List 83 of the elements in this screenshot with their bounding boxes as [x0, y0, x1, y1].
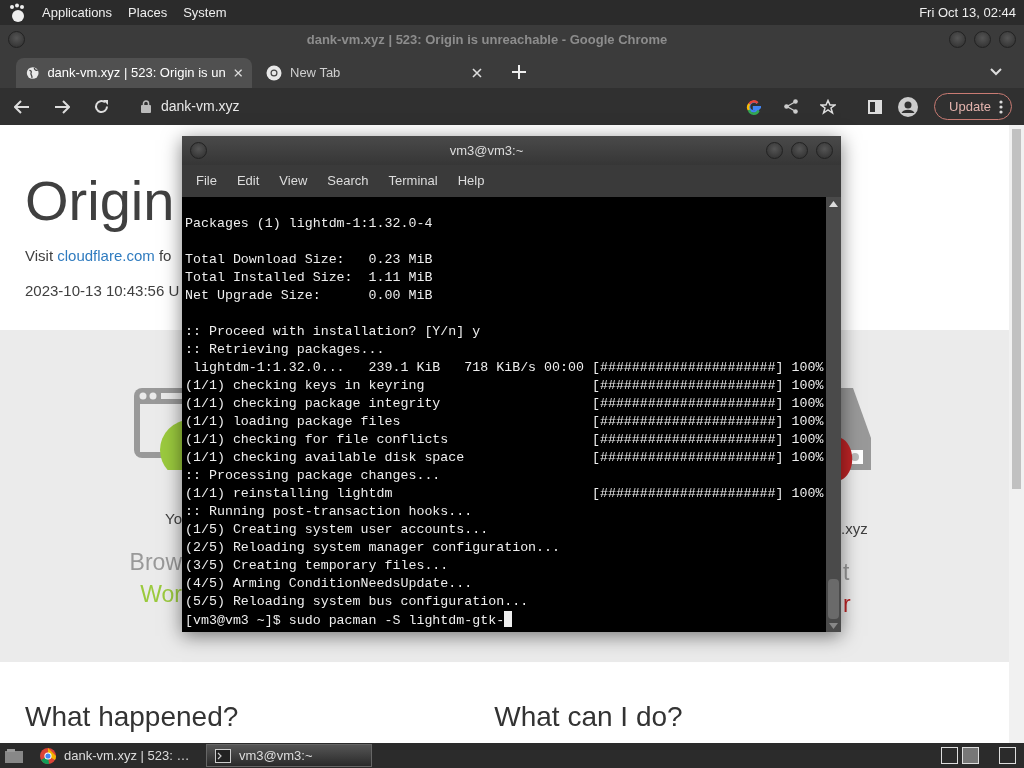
terminal-icon	[215, 748, 231, 763]
menu-item[interactable]: Terminal	[378, 171, 448, 191]
down-arrow-icon[interactable]	[829, 623, 838, 629]
status-text: Wor	[140, 579, 182, 609]
terminal-line: (2/5) Reloading system manager configuration...	[185, 540, 561, 555]
taskbar-item[interactable]: dank-vm.xyz | 523: …	[32, 744, 198, 767]
workspace-button[interactable]	[999, 747, 1016, 764]
terminal-line: (1/1) checking for file conflicts [######################] 100%	[185, 432, 824, 447]
taskbar-item[interactable]: vm3@vm3:~	[206, 744, 372, 767]
status-text: Yo	[165, 509, 182, 529]
show-desktop-icon[interactable]	[4, 747, 24, 764]
terminal-line: (1/1) checking available disk space [######################] 100%	[185, 450, 824, 465]
terminal-line: (1/1) reinstalling lightdm [######################] 100%	[185, 486, 824, 501]
close-icon[interactable]	[472, 68, 482, 78]
menu-item[interactable]: File	[186, 171, 227, 191]
up-arrow-icon[interactable]	[829, 201, 838, 207]
status-text: Brow	[129, 547, 182, 577]
forward-icon[interactable]	[54, 99, 70, 114]
terminal-line: :: Processing package changes...	[185, 468, 441, 483]
terminal-line: (3/5) Creating temporary files...	[185, 558, 449, 573]
menu-item[interactable]: Help	[447, 171, 495, 191]
menu-item[interactable]: Edit	[226, 171, 270, 191]
terminal-line: (1/1) checking package integrity [######################] 100%	[185, 396, 824, 411]
window-title: dank-vm.xyz | 523: Origin is unreachable - Google Chrome	[305, 30, 669, 49]
terminal-prompt: [vm3@vm3 ~]$ sudo pacman -S lightdm-gtk-	[185, 613, 505, 628]
globe-icon	[26, 65, 40, 81]
menu-item[interactable]: Search	[317, 171, 379, 191]
scrollbar[interactable]	[1009, 125, 1024, 743]
back-icon[interactable]	[14, 99, 30, 114]
terminal-line: Total Download Size: 0.23 MiB	[185, 252, 433, 267]
google-icon[interactable]	[746, 98, 763, 115]
cloudflare-link[interactable]: cloudflare.com	[57, 247, 155, 264]
server-icon	[841, 388, 873, 480]
terminal-line: Total Installed Size: 1.11 MiB	[185, 270, 433, 285]
status-text: t	[843, 557, 850, 587]
section-heading: What can I do?	[494, 700, 683, 734]
terminal-line: Packages (1) lightdm-1:1.32.0-4	[185, 216, 433, 231]
tab-title: dank-vm.xyz | 523: Origin is un	[47, 64, 226, 83]
side-panel-icon[interactable]	[868, 99, 883, 114]
share-icon[interactable]	[784, 99, 799, 114]
reload-icon[interactable]	[94, 99, 109, 114]
chrome-icon	[266, 65, 282, 81]
address-field[interactable]: dank-vm.xyz	[161, 96, 731, 117]
scroll-thumb[interactable]	[1012, 129, 1021, 489]
terminal-line: Net Upgrade Size: 0.00 MiB	[185, 288, 433, 303]
terminal-line: :: Running post-transaction hooks...	[185, 504, 473, 519]
panel-menu[interactable]: Places	[128, 2, 168, 23]
profile-avatar-icon[interactable]	[898, 96, 919, 117]
terminal-line: (4/5) Arming ConditionNeedsUpdate...	[185, 576, 473, 591]
browser-tab[interactable]: dank-vm.xyz | 523: Origin is un	[16, 58, 252, 88]
scrollbar[interactable]	[826, 197, 841, 632]
terminal-line: (1/1) loading package files [######################] 100%	[185, 414, 824, 429]
close-icon[interactable]	[233, 68, 242, 78]
section-heading: What happened?	[25, 700, 239, 734]
status-text: r	[843, 589, 851, 619]
tab-title: New Tab	[290, 64, 342, 83]
lock-icon	[141, 100, 151, 113]
terminal-line: (1/1) checking keys in keyring [######################] 100%	[185, 378, 824, 393]
menu-item[interactable]: View	[269, 171, 318, 191]
update-button[interactable]: Update	[934, 92, 1012, 121]
star-icon[interactable]	[820, 98, 837, 115]
status-text: .xyz	[841, 519, 868, 539]
window-title: vm3@vm3:~	[448, 141, 525, 160]
foot-icon[interactable]	[8, 2, 26, 23]
browser-tab[interactable]: New Tab	[256, 58, 492, 88]
terminal-line: :: Retrieving packages...	[185, 342, 385, 357]
terminal-line: (1/5) Creating system user accounts...	[185, 522, 489, 537]
terminal-line: (5/5) Reloading system bus configuration...	[185, 594, 529, 609]
text-cursor	[504, 611, 513, 627]
browser-window-icon	[134, 388, 182, 470]
terminal-line: lightdm-1:1.32.0... 239.1 KiB 718 KiB/s 00:00 [######################] 100%	[191, 360, 824, 375]
chrome-icon	[40, 747, 56, 764]
timestamp-text: 2023-10-13 10:43:56 U	[25, 280, 180, 301]
new-tab-icon[interactable]	[512, 65, 526, 79]
scroll-thumb[interactable]	[828, 579, 839, 619]
panel-menu[interactable]: Applications	[42, 2, 113, 23]
terminal-line: :: Proceed with installation? [Y/n] y	[185, 324, 481, 339]
chevron-down-icon[interactable]	[990, 68, 1002, 76]
visit-text: Visit cloudflare.com fo	[25, 246, 172, 266]
kebab-menu-icon	[999, 99, 1003, 114]
clock: Fri Oct 13, 02:44	[919, 3, 1016, 22]
workspace-button[interactable]	[941, 747, 958, 764]
panel-menu[interactable]: System	[183, 2, 227, 23]
